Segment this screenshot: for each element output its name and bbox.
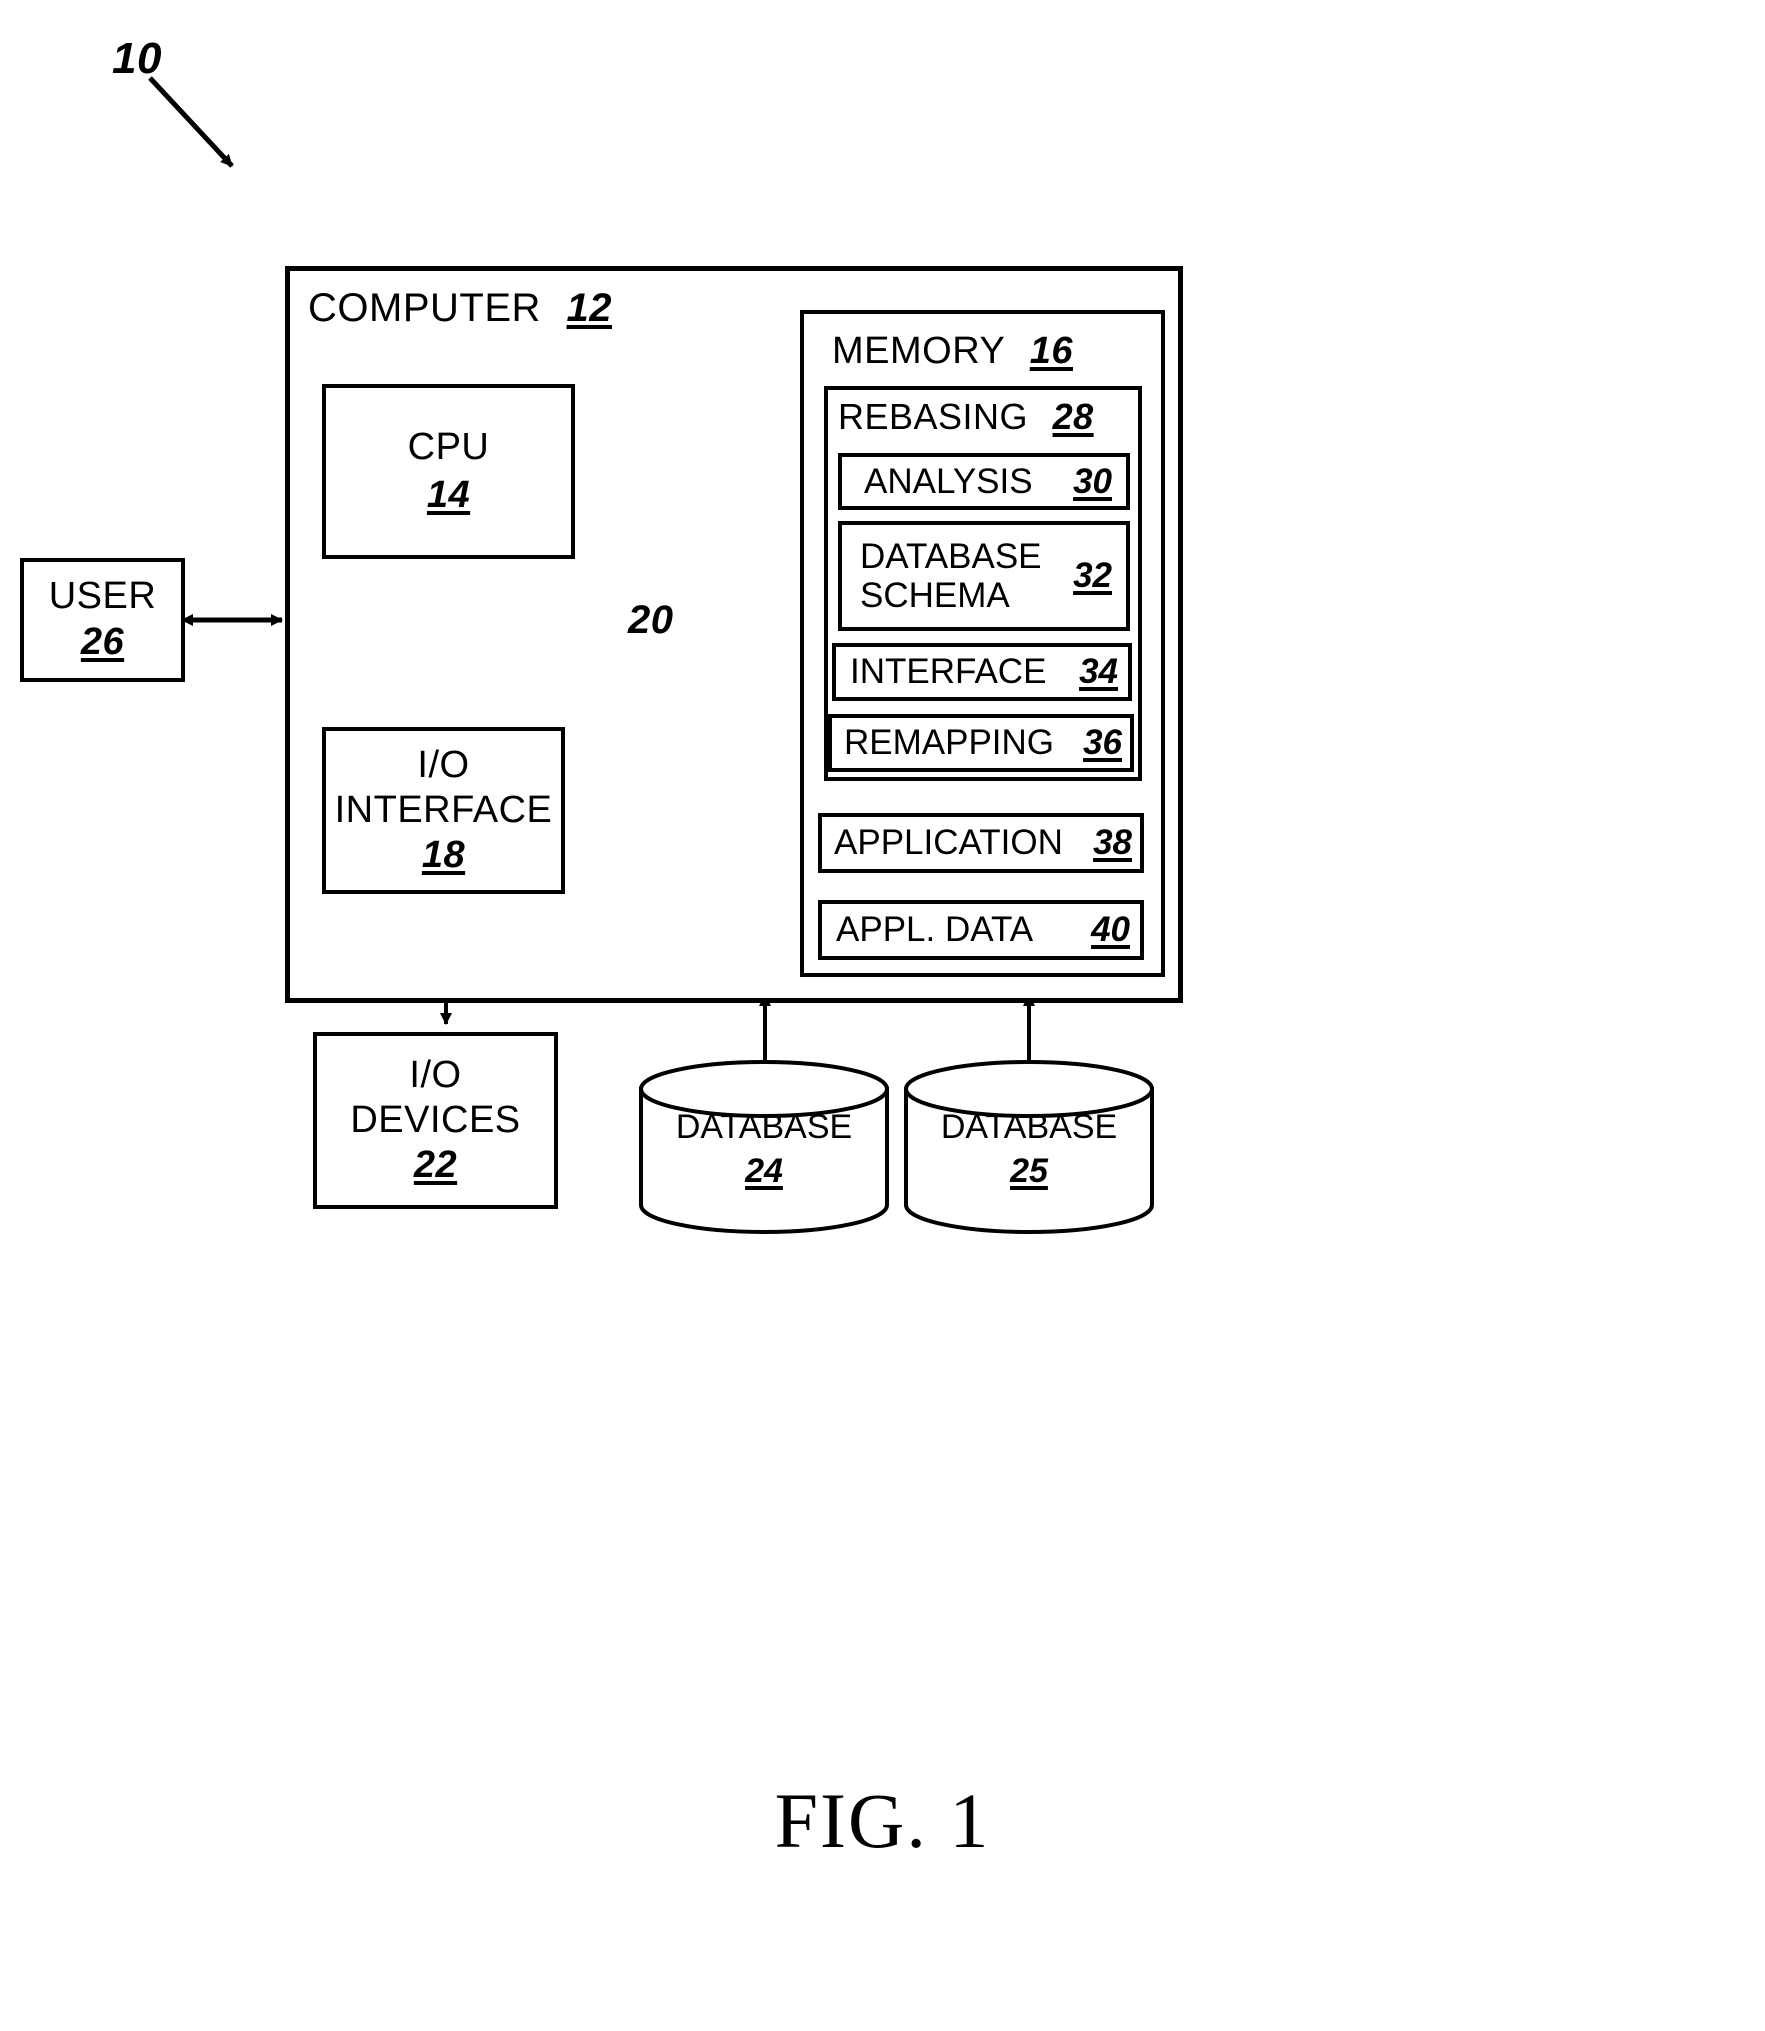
io-devices-label-line1: I/O (409, 1054, 462, 1097)
analysis-module-box: ANALYSIS 30 (838, 453, 1130, 510)
computer-title-text: COMPUTER (308, 286, 541, 330)
memory-title-text: MEMORY (832, 330, 1005, 372)
interface-label: INTERFACE (850, 652, 1047, 691)
application-box: APPLICATION 38 (818, 813, 1144, 873)
database-25-label: DATABASE (940, 1107, 1118, 1146)
cpu-reference-numeral: 14 (426, 473, 471, 516)
database-24-reference-numeral: 24 (745, 1152, 783, 1190)
application-data-box: APPL. DATA 40 (818, 900, 1144, 960)
io-devices-reference-numeral: 22 (413, 1143, 458, 1186)
application-data-label: APPL. DATA (836, 910, 1034, 949)
remapping-reference-numeral: 36 (1083, 723, 1122, 762)
rebasing-reference-numeral: 28 (1052, 396, 1094, 437)
database-schema-reference-numeral: 32 (1073, 556, 1112, 595)
io-devices-label-group: I/O DEVICES 22 (313, 1032, 558, 1209)
system-lead-arrow (148, 76, 234, 168)
database-25-label-group: DATABASE 25 (906, 1083, 1152, 1215)
analysis-reference-numeral: 30 (1073, 461, 1112, 501)
database-24-label-group: DATABASE 24 (641, 1083, 887, 1215)
figure-caption: FIG. 1 (774, 1777, 991, 1864)
database-24-label: DATABASE (675, 1107, 853, 1146)
system-reference-numeral: 10 (112, 34, 162, 83)
io-devices-label-line2: DEVICES (350, 1099, 521, 1142)
application-data-reference-numeral: 40 (1091, 910, 1130, 949)
application-reference-numeral: 38 (1093, 823, 1132, 862)
remapping-module-box: REMAPPING 36 (828, 714, 1134, 772)
cpu-label-group: CPU 14 (322, 384, 575, 559)
interface-reference-numeral: 34 (1079, 652, 1118, 691)
remapping-label: REMAPPING (844, 723, 1055, 762)
database-schema-label: DATABASE SCHEMA (860, 536, 1042, 615)
io-interface-label-line1: I/O (417, 744, 470, 787)
database-25-reference-numeral: 25 (1010, 1152, 1048, 1190)
interface-module-box: INTERFACE 34 (832, 643, 1132, 701)
memory-title: MEMORY 16 (832, 330, 1073, 373)
user-reference-numeral: 26 (80, 621, 125, 663)
computer-title: COMPUTER 12 (308, 286, 612, 331)
rebasing-title-text: REBASING (838, 396, 1029, 437)
bus-reference-numeral: 20 (628, 598, 674, 642)
application-label: APPLICATION (834, 823, 1063, 862)
patent-figure: 10 COMPUTER 12 CPU 14 I/O INTERFACE 18 U… (0, 0, 1765, 2031)
io-interface-label-group: I/O INTERFACE 18 (322, 727, 565, 894)
analysis-label: ANALYSIS (864, 461, 1033, 501)
computer-reference-numeral: 12 (566, 286, 613, 330)
cpu-label: CPU (407, 426, 490, 468)
database-schema-module-box: DATABASE SCHEMA 32 (838, 521, 1130, 631)
rebasing-title: REBASING 28 (838, 396, 1094, 438)
memory-reference-numeral: 16 (1029, 330, 1073, 372)
io-interface-label-line2: INTERFACE (334, 789, 553, 832)
user-label-group: USER 26 (20, 558, 185, 682)
user-label: USER (48, 575, 157, 618)
io-interface-reference-numeral: 18 (421, 833, 466, 876)
